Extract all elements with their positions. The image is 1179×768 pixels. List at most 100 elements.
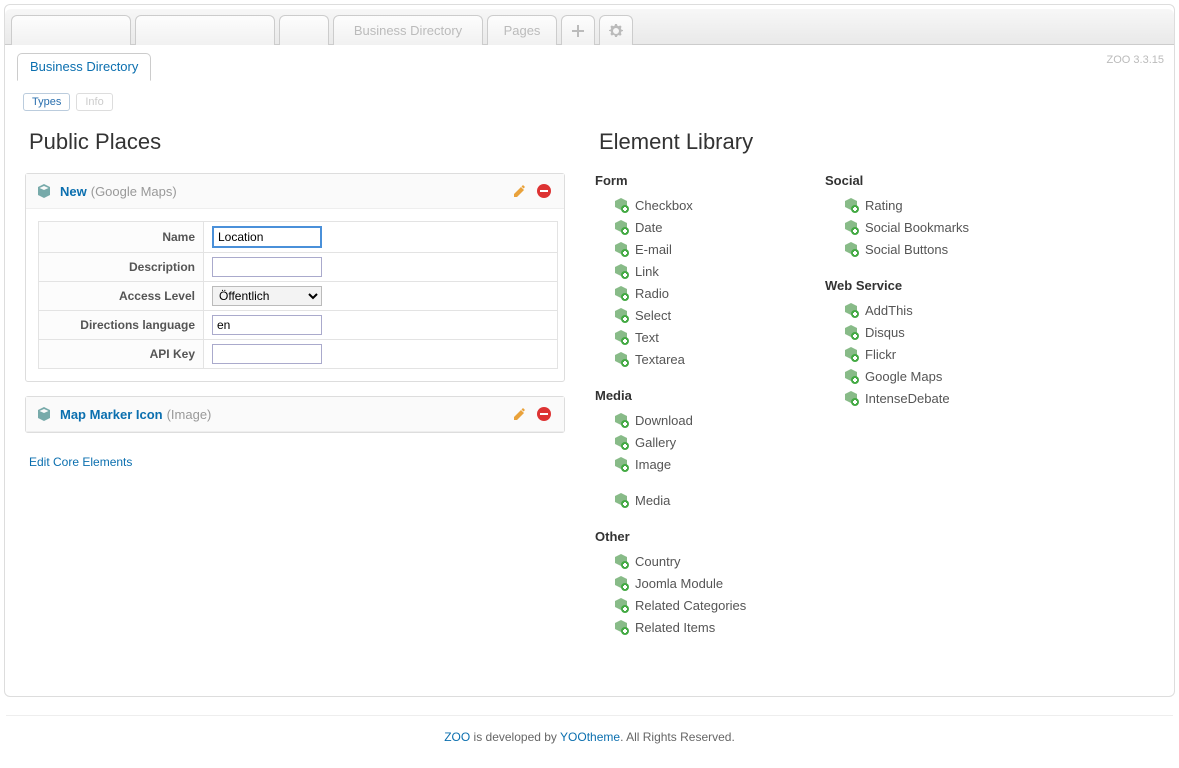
field-label-name: Name xyxy=(39,222,204,253)
delete-button[interactable] xyxy=(534,404,554,424)
lib-item-label: Text xyxy=(635,330,659,345)
lib-item[interactable]: Flickr xyxy=(825,343,1015,365)
edit-core-link[interactable]: Edit Core Elements xyxy=(29,455,132,469)
edit-button[interactable] xyxy=(510,181,530,201)
element-panel-image: Map Marker Icon (Image) xyxy=(25,396,565,433)
lib-item[interactable]: Related Items xyxy=(595,616,785,638)
top-tab-settings[interactable] xyxy=(599,15,633,45)
lib-item[interactable]: Image xyxy=(595,453,785,475)
lib-item[interactable]: Radio xyxy=(595,282,785,304)
footer-link-yootheme[interactable]: YOOtheme xyxy=(560,730,620,744)
lib-group-title: Social xyxy=(825,173,1015,188)
lib-item[interactable]: Date xyxy=(595,216,785,238)
lib-item[interactable]: Text xyxy=(595,326,785,348)
lib-item-label: Link xyxy=(635,264,659,279)
cube-icon xyxy=(36,183,52,199)
minus-circle-icon xyxy=(536,406,552,422)
top-tab-blank-2[interactable] xyxy=(135,15,275,45)
field-input-dirlang[interactable] xyxy=(212,315,322,335)
cube-add-icon xyxy=(613,307,629,323)
lib-item-label: Disqus xyxy=(865,325,905,340)
cube-add-icon xyxy=(613,351,629,367)
cube-add-icon xyxy=(613,619,629,635)
lib-item-label: Checkbox xyxy=(635,198,693,213)
lib-item-label: Joomla Module xyxy=(635,576,723,591)
cube-add-icon xyxy=(613,553,629,569)
panel-title-type: (Image) xyxy=(167,407,212,422)
lib-item-label: Related Categories xyxy=(635,598,746,613)
cube-add-icon xyxy=(613,575,629,591)
drag-handle[interactable] xyxy=(36,406,52,422)
top-tab-bar: Business Directory Pages ZOO 3.3.15 xyxy=(5,9,1174,45)
lib-item-label: Social Bookmarks xyxy=(865,220,969,235)
pill-info[interactable]: Info xyxy=(76,93,112,111)
lib-group-title: Web Service xyxy=(825,278,1015,293)
lib-item[interactable]: AddThis xyxy=(825,299,1015,321)
lib-item[interactable]: Link xyxy=(595,260,785,282)
sub-tab-business-directory[interactable]: Business Directory xyxy=(17,53,151,81)
drag-handle[interactable] xyxy=(36,183,52,199)
pill-types[interactable]: Types xyxy=(23,93,70,111)
lib-item[interactable]: Disqus xyxy=(825,321,1015,343)
lib-item[interactable]: Social Bookmarks xyxy=(825,216,1015,238)
cube-add-icon xyxy=(613,329,629,345)
lib-item[interactable]: Download xyxy=(595,409,785,431)
field-input-name[interactable] xyxy=(212,226,322,248)
gear-icon xyxy=(608,23,624,39)
top-tab-business-directory[interactable]: Business Directory xyxy=(333,15,483,45)
lib-item-label: Flickr xyxy=(865,347,896,362)
top-tab-add[interactable] xyxy=(561,15,595,45)
field-input-apikey[interactable] xyxy=(212,344,322,364)
field-label-dirlang: Directions language xyxy=(39,311,204,340)
lib-item-label: Date xyxy=(635,220,662,235)
cube-add-icon xyxy=(843,368,859,384)
lib-item[interactable]: Joomla Module xyxy=(595,572,785,594)
cube-add-icon xyxy=(843,390,859,406)
left-title: Public Places xyxy=(29,129,565,155)
lib-item-label: Related Items xyxy=(635,620,715,635)
lib-item[interactable]: IntenseDebate xyxy=(825,387,1015,409)
top-tab-blank-3[interactable] xyxy=(279,15,329,45)
panel-title-type: (Google Maps) xyxy=(91,184,177,199)
lib-item[interactable]: Country xyxy=(595,550,785,572)
lib-item-label: Textarea xyxy=(635,352,685,367)
cube-add-icon xyxy=(613,197,629,213)
field-select-access[interactable]: Öffentlich xyxy=(212,286,322,306)
top-tab-pages[interactable]: Pages xyxy=(487,15,557,45)
panel-title-name: Map Marker Icon xyxy=(60,407,163,422)
footer-link-zoo[interactable]: ZOO xyxy=(444,730,470,744)
lib-item[interactable]: Gallery xyxy=(595,431,785,453)
cube-add-icon xyxy=(843,219,859,235)
lib-item-label: Gallery xyxy=(635,435,676,450)
cube-add-icon xyxy=(613,219,629,235)
cube-icon xyxy=(36,406,52,422)
lib-item[interactable]: Checkbox xyxy=(595,194,785,216)
panel-title-name: New xyxy=(60,184,87,199)
minus-circle-icon xyxy=(536,183,552,199)
lib-item[interactable]: Social Buttons xyxy=(825,238,1015,260)
cube-add-icon xyxy=(613,434,629,450)
delete-button[interactable] xyxy=(534,181,554,201)
field-input-description[interactable] xyxy=(212,257,322,277)
lib-item[interactable]: Textarea xyxy=(595,348,785,370)
lib-group-title: Other xyxy=(595,529,785,544)
lib-item[interactable]: Related Categories xyxy=(595,594,785,616)
cube-add-icon xyxy=(843,241,859,257)
lib-item-label: E-mail xyxy=(635,242,672,257)
lib-group-title: Form xyxy=(595,173,785,188)
lib-item[interactable]: Google Maps xyxy=(825,365,1015,387)
lib-item[interactable]: Media xyxy=(595,489,785,511)
cube-add-icon xyxy=(843,324,859,340)
cube-add-icon xyxy=(613,597,629,613)
plus-icon xyxy=(570,23,586,39)
lib-item-label: IntenseDebate xyxy=(865,391,950,406)
lib-item[interactable]: E-mail xyxy=(595,238,785,260)
lib-item-label: Media xyxy=(635,493,670,508)
cube-add-icon xyxy=(613,492,629,508)
lib-item[interactable]: Select xyxy=(595,304,785,326)
cube-add-icon xyxy=(613,412,629,428)
lib-item-label: Rating xyxy=(865,198,903,213)
lib-item[interactable]: Rating xyxy=(825,194,1015,216)
top-tab-blank-1[interactable] xyxy=(11,15,131,45)
edit-button[interactable] xyxy=(510,404,530,424)
